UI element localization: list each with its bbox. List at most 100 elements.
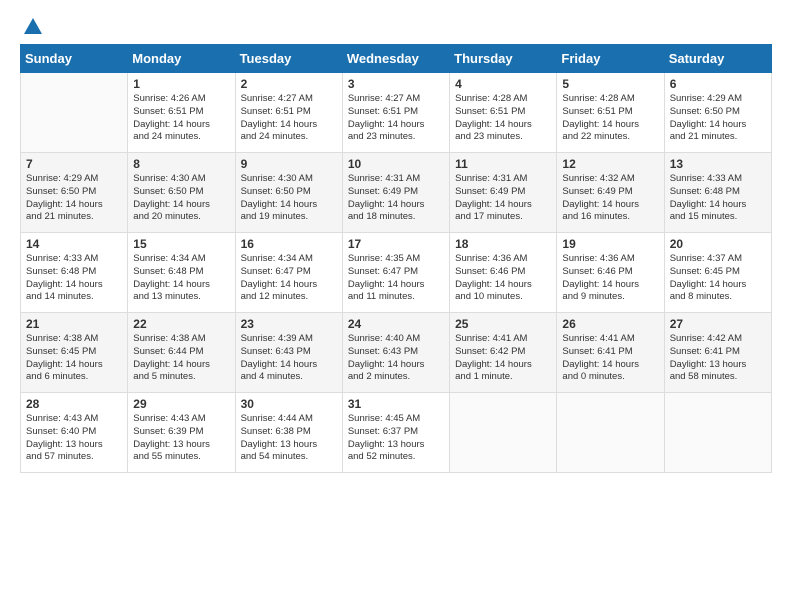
cell-info: Sunrise: 4:37 AMSunset: 6:45 PMDaylight:…	[670, 253, 766, 304]
weekday-header-row: SundayMondayTuesdayWednesdayThursdayFrid…	[21, 45, 772, 73]
day-number: 3	[348, 77, 444, 91]
calendar-cell: 31Sunrise: 4:45 AMSunset: 6:37 PMDayligh…	[342, 393, 449, 473]
week-row-1: 1 Sunrise: 4:26 AMSunset: 6:51 PMDaylight…	[21, 73, 772, 153]
calendar-cell: 16 Sunrise: 4:34 AMSunset: 6:47 PMDayligh…	[235, 233, 342, 313]
cell-info: Sunrise: 4:31 AMSunset: 6:49 PMDaylight:…	[348, 173, 444, 224]
day-number: 13	[670, 157, 766, 171]
logo-icon	[22, 16, 44, 38]
day-number: 6	[670, 77, 766, 91]
week-row-2: 7 Sunrise: 4:29 AMSunset: 6:50 PMDaylight…	[21, 153, 772, 233]
calendar-cell: 7 Sunrise: 4:29 AMSunset: 6:50 PMDaylight…	[21, 153, 128, 233]
weekday-header-tuesday: Tuesday	[235, 45, 342, 73]
day-number: 17	[348, 237, 444, 251]
weekday-header-sunday: Sunday	[21, 45, 128, 73]
header	[20, 20, 772, 34]
calendar-cell	[664, 393, 771, 473]
calendar-cell: 21 Sunrise: 4:38 AMSunset: 6:45 PMDayligh…	[21, 313, 128, 393]
day-number: 7	[26, 157, 122, 171]
day-number: 16	[241, 237, 337, 251]
day-number: 8	[133, 157, 229, 171]
day-number: 23	[241, 317, 337, 331]
calendar-cell: 26Sunrise: 4:41 AMSunset: 6:41 PMDayligh…	[557, 313, 664, 393]
cell-info: Sunrise: 4:42 AMSunset: 6:41 PMDaylight:…	[670, 333, 766, 384]
cell-info: Sunrise: 4:43 AMSunset: 6:39 PMDaylight:…	[133, 413, 229, 464]
cell-info: Sunrise: 4:36 AMSunset: 6:46 PMDaylight:…	[562, 253, 658, 304]
cell-info: Sunrise: 4:38 AMSunset: 6:44 PMDaylight:…	[133, 333, 229, 384]
day-number: 18	[455, 237, 551, 251]
calendar-cell: 15Sunrise: 4:34 AMSunset: 6:48 PMDayligh…	[128, 233, 235, 313]
calendar-cell: 27 Sunrise: 4:42 AMSunset: 6:41 PMDayligh…	[664, 313, 771, 393]
calendar-cell: 17 Sunrise: 4:35 AMSunset: 6:47 PMDayligh…	[342, 233, 449, 313]
cell-info: Sunrise: 4:34 AMSunset: 6:48 PMDaylight:…	[133, 253, 229, 304]
calendar-cell: 9 Sunrise: 4:30 AMSunset: 6:50 PMDaylight…	[235, 153, 342, 233]
cell-info: Sunrise: 4:28 AMSunset: 6:51 PMDaylight:…	[455, 93, 551, 144]
calendar-cell	[450, 393, 557, 473]
calendar-cell: 8 Sunrise: 4:30 AMSunset: 6:50 PMDaylight…	[128, 153, 235, 233]
cell-info: Sunrise: 4:44 AMSunset: 6:38 PMDaylight:…	[241, 413, 337, 464]
calendar-cell: 19 Sunrise: 4:36 AMSunset: 6:46 PMDayligh…	[557, 233, 664, 313]
day-number: 2	[241, 77, 337, 91]
day-number: 14	[26, 237, 122, 251]
calendar-cell: 30 Sunrise: 4:44 AMSunset: 6:38 PMDayligh…	[235, 393, 342, 473]
cell-info: Sunrise: 4:32 AMSunset: 6:49 PMDaylight:…	[562, 173, 658, 224]
cell-info: Sunrise: 4:29 AMSunset: 6:50 PMDaylight:…	[26, 173, 122, 224]
cell-info: Sunrise: 4:43 AMSunset: 6:40 PMDaylight:…	[26, 413, 122, 464]
day-number: 27	[670, 317, 766, 331]
calendar-cell: 5 Sunrise: 4:28 AMSunset: 6:51 PMDaylight…	[557, 73, 664, 153]
calendar: SundayMondayTuesdayWednesdayThursdayFrid…	[20, 44, 772, 473]
cell-info: Sunrise: 4:27 AMSunset: 6:51 PMDaylight:…	[348, 93, 444, 144]
day-number: 22	[133, 317, 229, 331]
calendar-cell: 23 Sunrise: 4:39 AMSunset: 6:43 PMDayligh…	[235, 313, 342, 393]
day-number: 12	[562, 157, 658, 171]
cell-info: Sunrise: 4:31 AMSunset: 6:49 PMDaylight:…	[455, 173, 551, 224]
day-number: 1	[133, 77, 229, 91]
week-row-4: 21 Sunrise: 4:38 AMSunset: 6:45 PMDayligh…	[21, 313, 772, 393]
week-row-3: 14Sunrise: 4:33 AMSunset: 6:48 PMDayligh…	[21, 233, 772, 313]
day-number: 21	[26, 317, 122, 331]
cell-info: Sunrise: 4:34 AMSunset: 6:47 PMDaylight:…	[241, 253, 337, 304]
cell-info: Sunrise: 4:27 AMSunset: 6:51 PMDaylight:…	[241, 93, 337, 144]
day-number: 10	[348, 157, 444, 171]
cell-info: Sunrise: 4:26 AMSunset: 6:51 PMDaylight:…	[133, 93, 229, 144]
cell-info: Sunrise: 4:30 AMSunset: 6:50 PMDaylight:…	[133, 173, 229, 224]
day-number: 19	[562, 237, 658, 251]
cell-info: Sunrise: 4:41 AMSunset: 6:42 PMDaylight:…	[455, 333, 551, 384]
calendar-cell: 25 Sunrise: 4:41 AMSunset: 6:42 PMDayligh…	[450, 313, 557, 393]
cell-info: Sunrise: 4:28 AMSunset: 6:51 PMDaylight:…	[562, 93, 658, 144]
cell-info: Sunrise: 4:33 AMSunset: 6:48 PMDaylight:…	[670, 173, 766, 224]
cell-info: Sunrise: 4:36 AMSunset: 6:46 PMDaylight:…	[455, 253, 551, 304]
calendar-cell: 28Sunrise: 4:43 AMSunset: 6:40 PMDayligh…	[21, 393, 128, 473]
calendar-cell: 14Sunrise: 4:33 AMSunset: 6:48 PMDayligh…	[21, 233, 128, 313]
cell-info: Sunrise: 4:41 AMSunset: 6:41 PMDaylight:…	[562, 333, 658, 384]
calendar-cell	[557, 393, 664, 473]
day-number: 30	[241, 397, 337, 411]
calendar-cell: 24 Sunrise: 4:40 AMSunset: 6:43 PMDayligh…	[342, 313, 449, 393]
calendar-cell: 13 Sunrise: 4:33 AMSunset: 6:48 PMDayligh…	[664, 153, 771, 233]
day-number: 31	[348, 397, 444, 411]
calendar-cell: 2 Sunrise: 4:27 AMSunset: 6:51 PMDaylight…	[235, 73, 342, 153]
day-number: 11	[455, 157, 551, 171]
weekday-header-saturday: Saturday	[664, 45, 771, 73]
cell-info: Sunrise: 4:30 AMSunset: 6:50 PMDaylight:…	[241, 173, 337, 224]
cell-info: Sunrise: 4:40 AMSunset: 6:43 PMDaylight:…	[348, 333, 444, 384]
day-number: 5	[562, 77, 658, 91]
weekday-header-thursday: Thursday	[450, 45, 557, 73]
day-number: 9	[241, 157, 337, 171]
logo	[20, 20, 44, 34]
day-number: 24	[348, 317, 444, 331]
weekday-header-friday: Friday	[557, 45, 664, 73]
cell-info: Sunrise: 4:38 AMSunset: 6:45 PMDaylight:…	[26, 333, 122, 384]
week-row-5: 28Sunrise: 4:43 AMSunset: 6:40 PMDayligh…	[21, 393, 772, 473]
cell-info: Sunrise: 4:35 AMSunset: 6:47 PMDaylight:…	[348, 253, 444, 304]
calendar-cell: 4Sunrise: 4:28 AMSunset: 6:51 PMDaylight…	[450, 73, 557, 153]
calendar-cell: 22 Sunrise: 4:38 AMSunset: 6:44 PMDayligh…	[128, 313, 235, 393]
day-number: 20	[670, 237, 766, 251]
calendar-cell: 29Sunrise: 4:43 AMSunset: 6:39 PMDayligh…	[128, 393, 235, 473]
calendar-cell: 3 Sunrise: 4:27 AMSunset: 6:51 PMDaylight…	[342, 73, 449, 153]
calendar-cell: 20 Sunrise: 4:37 AMSunset: 6:45 PMDayligh…	[664, 233, 771, 313]
day-number: 25	[455, 317, 551, 331]
cell-info: Sunrise: 4:39 AMSunset: 6:43 PMDaylight:…	[241, 333, 337, 384]
weekday-header-wednesday: Wednesday	[342, 45, 449, 73]
cell-info: Sunrise: 4:29 AMSunset: 6:50 PMDaylight:…	[670, 93, 766, 144]
calendar-cell: 10 Sunrise: 4:31 AMSunset: 6:49 PMDayligh…	[342, 153, 449, 233]
